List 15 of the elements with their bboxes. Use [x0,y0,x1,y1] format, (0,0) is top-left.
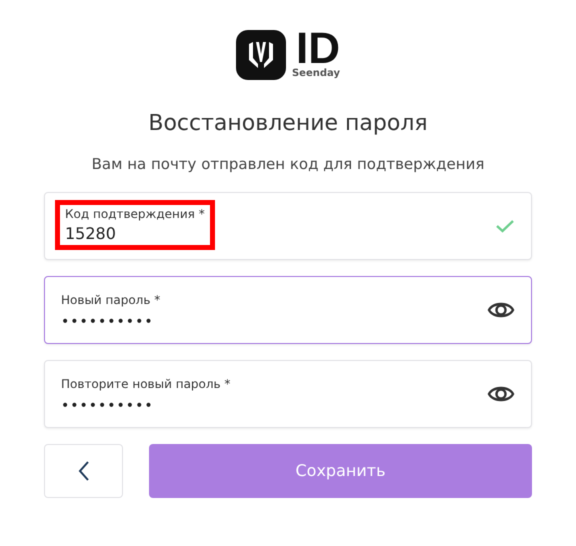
logo-name: Seenday [292,68,340,80]
page-title: Восстановление пароля [148,110,428,138]
code-field[interactable]: Код подтверждения * 15280 [44,192,532,260]
logo-icon [236,30,286,80]
field-value: •••••••••• [61,313,155,332]
logo-mark: ID [296,30,340,68]
page-subtitle: Вам на почту отправлен код для подтверждения [92,154,484,174]
field-label: Новый пароль * [61,292,160,308]
chevron-left-icon [78,460,90,482]
field-label: Код подтверждения * [65,206,205,222]
field-value: •••••••••• [61,397,155,416]
field-value: 15280 [65,224,117,244]
field-label: Повторите новый пароль * [61,376,230,392]
password-field[interactable]: Новый пароль * •••••••••• [44,276,532,344]
password-field[interactable]: Повторите новый пароль * •••••••••• [44,360,532,428]
